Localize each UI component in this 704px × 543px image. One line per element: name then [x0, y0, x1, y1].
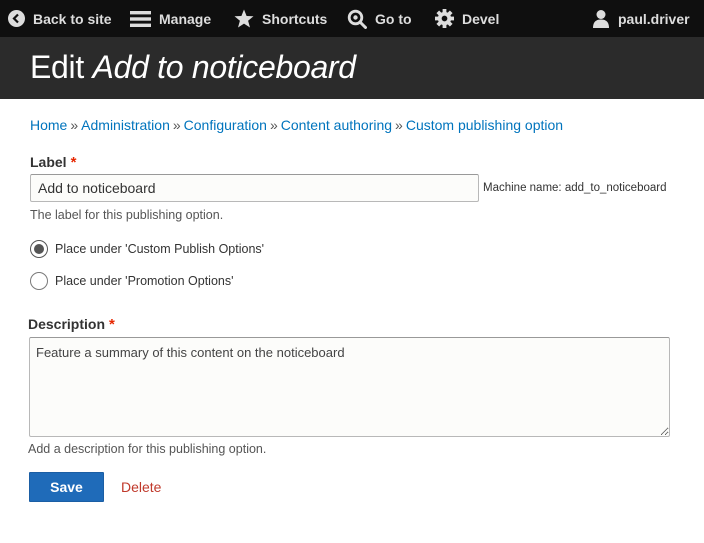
breadcrumb-custom-publishing-option[interactable]: Custom publishing option — [406, 117, 563, 133]
description-field-label: Description * — [28, 316, 115, 333]
label-input[interactable] — [30, 174, 479, 202]
user-icon — [593, 9, 609, 28]
breadcrumb-separator: » — [395, 117, 403, 133]
goto-menu[interactable]: Go to — [347, 0, 412, 37]
save-button[interactable]: Save — [29, 472, 104, 502]
chevron-left-circle-icon — [8, 10, 25, 27]
radio-option-custom-publish[interactable]: Place under 'Custom Publish Options' — [30, 240, 264, 258]
breadcrumb-content-authoring[interactable]: Content authoring — [281, 117, 392, 133]
description-field-label-text: Description — [28, 316, 106, 332]
admin-toolbar: Back to site Manage Shortcuts Go to Deve… — [0, 0, 704, 37]
breadcrumb-separator: » — [172, 117, 181, 133]
breadcrumb-separator: » — [269, 117, 278, 133]
machine-name-text: Machine name: add_to_noticeboard — [483, 182, 667, 194]
devel-menu[interactable]: Devel — [435, 0, 499, 37]
required-marker: * — [109, 316, 115, 333]
label-field-label: Label * — [30, 154, 76, 171]
breadcrumb-administration[interactable]: Administration — [81, 117, 170, 133]
hamburger-icon — [130, 10, 151, 27]
radio-option-promotion[interactable]: Place under 'Promotion Options' — [30, 272, 233, 290]
user-menu[interactable]: paul.driver — [592, 0, 690, 37]
required-marker: * — [70, 154, 77, 171]
back-to-site-label: Back to site — [33, 10, 112, 27]
description-textarea[interactable]: Feature a summary of this content on the… — [29, 337, 670, 437]
page-title: Edit Add to noticeboard — [30, 49, 356, 86]
label-field-label-text: Label — [30, 154, 67, 170]
breadcrumb-separator: » — [70, 117, 79, 133]
delete-link[interactable]: Delete — [121, 479, 161, 495]
radio-option-label: Place under 'Promotion Options' — [55, 274, 234, 288]
devel-label: Devel — [462, 10, 500, 27]
back-to-site-link[interactable]: Back to site — [8, 0, 112, 37]
breadcrumb: Home» Administration» Configuration» Conten… — [30, 117, 563, 133]
radio-button-checked[interactable] — [30, 240, 48, 258]
search-icon — [347, 9, 367, 29]
gear-icon — [435, 9, 454, 28]
shortcuts-label: Shortcuts — [262, 10, 328, 27]
manage-menu[interactable]: Manage — [130, 0, 211, 37]
page-title-item: Add to noticeboard — [92, 49, 357, 85]
goto-label: Go to — [375, 10, 412, 27]
breadcrumb-configuration[interactable]: Configuration — [184, 117, 267, 133]
page-title-prefix: Edit — [30, 49, 84, 85]
page-header: Edit Add to noticeboard — [0, 37, 704, 99]
shortcuts-menu[interactable]: Shortcuts — [234, 0, 327, 37]
radio-option-label: Place under 'Custom Publish Options' — [55, 242, 265, 256]
star-icon — [234, 9, 254, 27]
breadcrumb-home[interactable]: Home — [30, 117, 67, 133]
manage-label: Manage — [159, 10, 212, 27]
description-field-help: Add a description for this publishing op… — [28, 442, 267, 456]
radio-button-unchecked[interactable] — [30, 272, 48, 290]
user-label: paul.driver — [618, 10, 690, 27]
label-field-description: The label for this publishing option. — [30, 208, 224, 222]
